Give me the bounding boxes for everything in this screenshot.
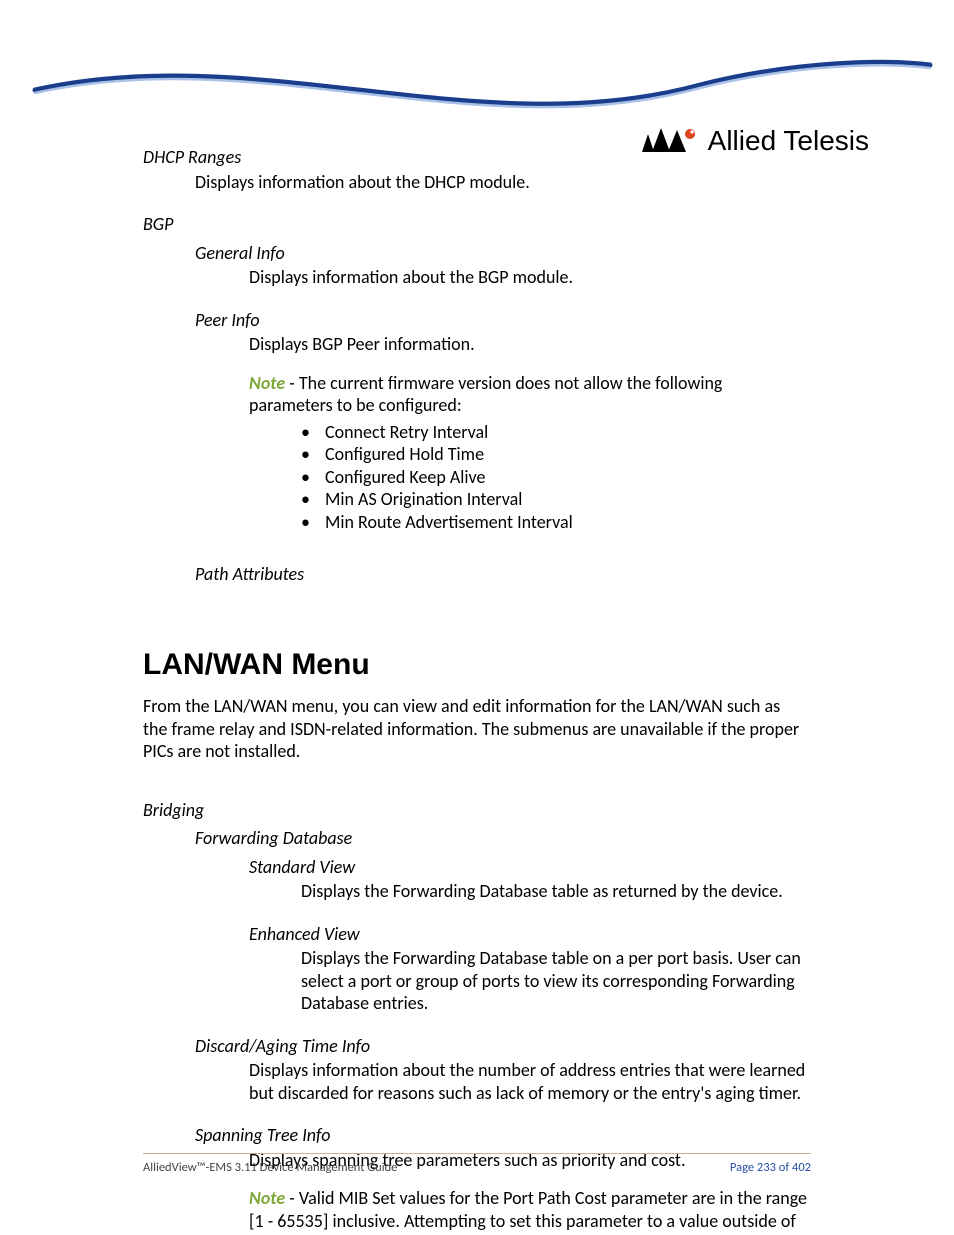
- stp-note-text: - Valid MIB Set values for the Port Path…: [249, 1187, 807, 1232]
- document-page: Allied Telesis DHCP Ranges Displays info…: [0, 0, 954, 1235]
- bgp-path-attrs-term: Path Attributes: [195, 563, 808, 586]
- fdb-standard-term: Standard View: [249, 856, 808, 879]
- footer-page-number: Page 233 of 402: [730, 1160, 811, 1175]
- bgp-peer-bullets: Connect Retry Interval Configured Hold T…: [143, 421, 808, 534]
- stp-term: Spanning Tree Info: [195, 1124, 808, 1147]
- list-item: Min AS Origination Interval: [301, 488, 808, 511]
- page-content: DHCP Ranges Displays information about t…: [143, 140, 808, 1232]
- bgp-general-desc: Displays information about the BGP modul…: [249, 266, 808, 289]
- list-item: Configured Hold Time: [301, 443, 808, 466]
- bgp-peer-note-text: - The current firmware version does not …: [249, 372, 722, 417]
- list-item: Connect Retry Interval: [301, 421, 808, 444]
- dhcp-ranges-term: DHCP Ranges: [143, 146, 808, 169]
- note-label: Note: [249, 1187, 285, 1209]
- bgp-peer-term: Peer Info: [195, 309, 808, 332]
- fdb-term: Forwarding Database: [195, 827, 808, 850]
- bgp-term: BGP: [143, 213, 808, 236]
- dhcp-ranges-desc: Displays information about the DHCP modu…: [195, 171, 808, 194]
- list-item: Configured Keep Alive: [301, 466, 808, 489]
- discard-desc: Displays information about the number of…: [249, 1059, 808, 1104]
- stp-note: Note - Valid MIB Set values for the Port…: [249, 1187, 808, 1232]
- page-header: Allied Telesis: [0, 30, 954, 140]
- note-label: Note: [249, 372, 285, 394]
- page-footer: AlliedView™-EMS 3.11 Device Management G…: [143, 1153, 811, 1175]
- bridging-term: Bridging: [143, 799, 808, 822]
- footer-doc-title: AlliedView™-EMS 3.11 Device Management G…: [143, 1160, 397, 1175]
- list-item: Min Route Advertisement Interval: [301, 511, 808, 534]
- fdb-enhanced-desc: Displays the Forwarding Database table o…: [301, 947, 808, 1015]
- bgp-peer-note: Note - The current firmware version does…: [249, 372, 808, 417]
- bgp-peer-desc: Displays BGP Peer information.: [249, 333, 808, 356]
- bgp-general-term: General Info: [195, 242, 808, 265]
- fdb-enhanced-term: Enhanced View: [249, 923, 808, 946]
- fdb-standard-desc: Displays the Forwarding Database table a…: [301, 880, 808, 903]
- lanwan-intro: From the LAN/WAN menu, you can view and …: [143, 695, 808, 763]
- lanwan-heading: LAN/WAN Menu: [143, 646, 808, 684]
- discard-term: Discard/Aging Time Info: [195, 1035, 808, 1058]
- header-swoosh-icon: [0, 30, 954, 140]
